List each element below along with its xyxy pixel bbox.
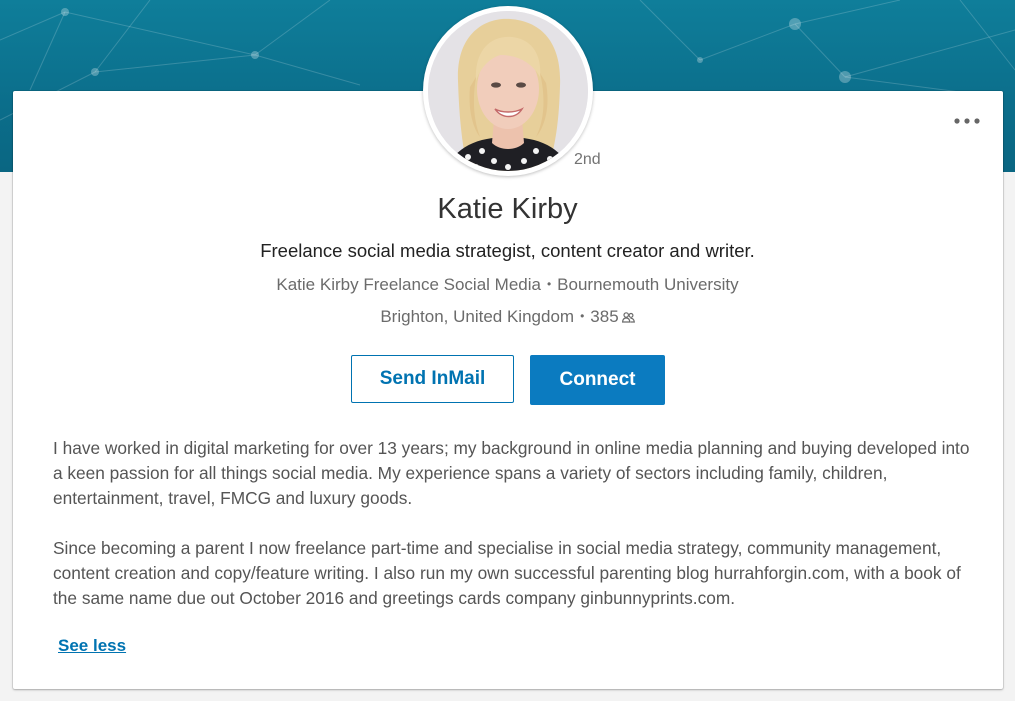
connections-count: 385 bbox=[590, 307, 619, 326]
more-options-icon bbox=[954, 118, 980, 124]
profile-name: Katie Kirby bbox=[437, 193, 578, 225]
send-inmail-button[interactable]: Send InMail bbox=[351, 355, 514, 403]
separator-dot: • bbox=[580, 309, 585, 323]
connections-icon bbox=[621, 308, 635, 328]
profile-location-connections: Brighton, United Kingdom • 385 bbox=[0, 307, 1015, 328]
see-less-link[interactable]: See less bbox=[58, 636, 126, 656]
current-company[interactable]: Katie Kirby Freelance Social Media bbox=[276, 275, 541, 294]
profile-page: 2nd Katie Kirby Freelance social media s… bbox=[0, 0, 1015, 701]
separator-dot: • bbox=[546, 277, 552, 291]
connection-degree: 2nd bbox=[574, 151, 601, 168]
summary-paragraph: I have worked in digital marketing for o… bbox=[53, 438, 970, 508]
profile-affiliations: Katie Kirby Freelance Social Media • Bourn… bbox=[0, 275, 1015, 295]
school[interactable]: Bournemouth University bbox=[557, 275, 738, 294]
location: Brighton, United Kingdom bbox=[380, 307, 575, 326]
profile-headline: Freelance social media strategist, conte… bbox=[260, 240, 755, 261]
profile-photo bbox=[428, 11, 588, 171]
profile-photo-frame[interactable] bbox=[423, 6, 593, 176]
profile-summary: I have worked in digital marketing for o… bbox=[53, 436, 973, 611]
summary-paragraph: Since becoming a parent I now freelance … bbox=[53, 538, 961, 608]
connect-button[interactable]: Connect bbox=[530, 355, 665, 405]
avatar bbox=[428, 11, 588, 171]
more-options-button[interactable] bbox=[953, 113, 981, 129]
